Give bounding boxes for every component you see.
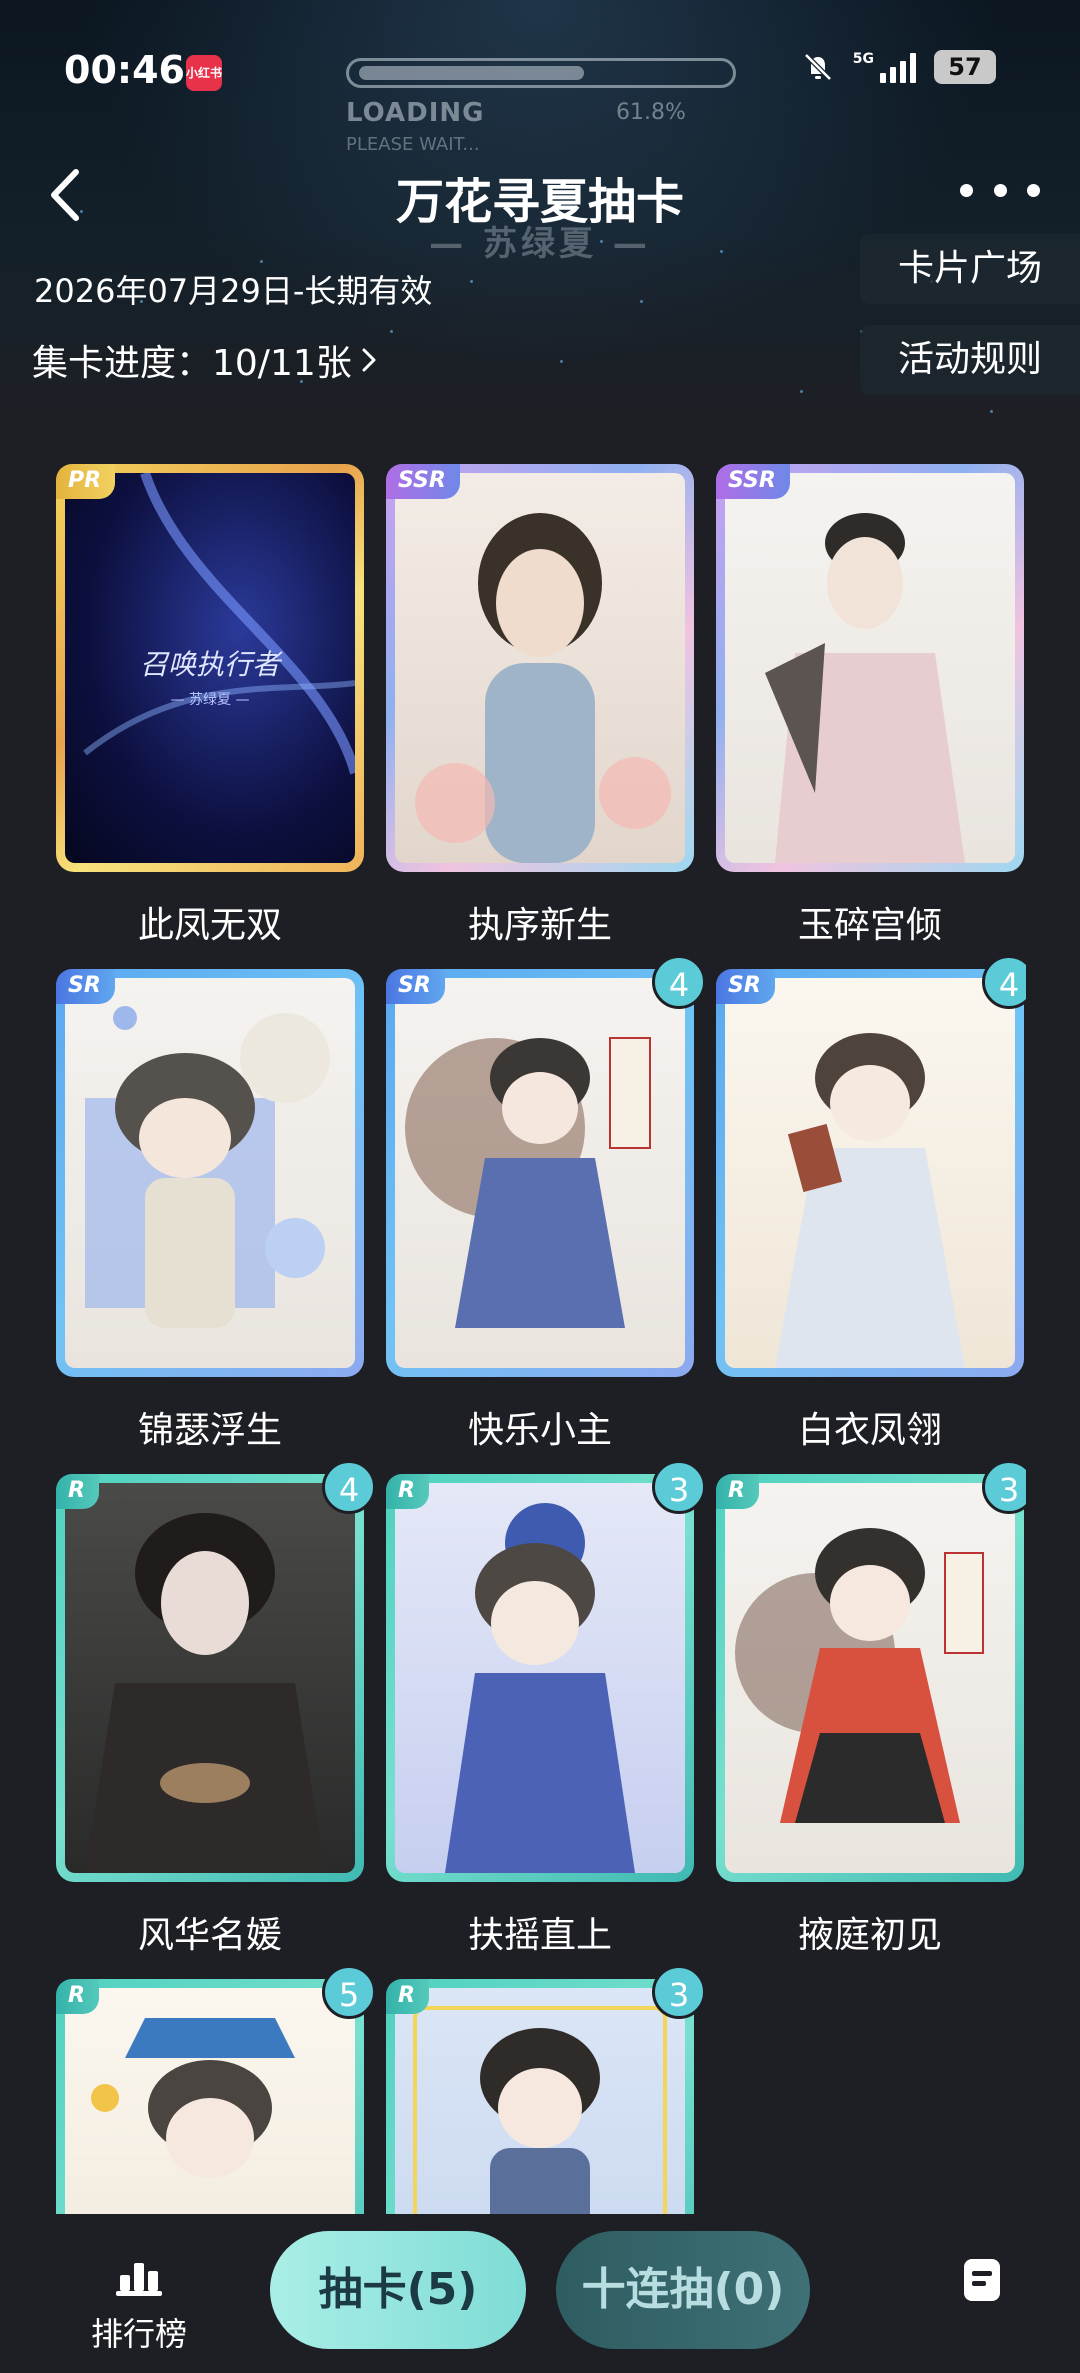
card-item[interactable]: SR 4 快乐小主: [386, 955, 706, 1453]
card-name: 执序新生: [467, 905, 612, 946]
network-label: 5G: [852, 51, 874, 67]
card-frame: R 3: [386, 1460, 706, 1882]
card-art: [65, 1988, 355, 2214]
card-art-title: 召唤执行者: [139, 648, 280, 681]
card-count-badge: 3: [652, 1965, 706, 2019]
tier-badge: PR: [56, 464, 116, 499]
status-time: 00:46: [64, 48, 185, 92]
status-icons: 5G 57: [801, 50, 996, 84]
status-bar: 00:46 小红书 LOADING 61.8% PLEASE WAIT... 5…: [0, 0, 1080, 155]
character-illustration: [445, 1503, 635, 1873]
card-art-subtitle: — 苏绿夏 —: [170, 692, 250, 708]
character-illustration: [765, 513, 965, 863]
card-name: 白衣凤翎: [797, 1410, 942, 1451]
card-plaza-button[interactable]: 卡片广场: [860, 234, 1080, 304]
card-item[interactable]: R 5: [56, 1965, 376, 2214]
validity-date: 2026年07月29日-长期有效: [34, 272, 433, 310]
card-frame: SSR: [386, 464, 694, 872]
battery-icon: 57: [934, 50, 996, 84]
card-frame: R 5: [56, 1965, 376, 2214]
card-frame: 召唤执行者 — 苏绿夏 — PR: [56, 464, 364, 872]
activity-rules-button[interactable]: 活动规则: [860, 325, 1080, 395]
bottom-bar: 排行榜 抽卡(5) 十连抽(0): [0, 2215, 1080, 2373]
card-grid: 召唤执行者 — 苏绿夏 — PR 此凤无双 SSR 执序新生 SSR 玉碎宫倾 …: [56, 464, 1026, 2214]
card-art: [395, 1483, 685, 1873]
card-count-badge: 4: [322, 1460, 376, 1514]
leaderboard-label: 排行榜: [90, 2315, 187, 2353]
tier-badge: SSR: [386, 464, 460, 499]
card-name: 此凤无双: [137, 905, 282, 946]
tier-badge: R: [716, 1474, 759, 1509]
bar-chart-icon: [116, 2263, 162, 2296]
loading-fill: [359, 66, 584, 80]
card-art: [725, 978, 1015, 1368]
mute-bell-icon: [803, 53, 832, 81]
character-illustration: [91, 2018, 295, 2178]
card-frame: R 3: [386, 1965, 706, 2214]
tier-badge: R: [386, 1979, 429, 2014]
card-name: 掖庭初见: [797, 1915, 942, 1956]
card-count-badge: 5: [322, 1965, 376, 2019]
loading-percent: 61.8%: [616, 100, 686, 125]
card-frame: R 3: [716, 1460, 1026, 1882]
card-art: [395, 1988, 685, 2214]
leaderboard-button[interactable]: 排行榜: [84, 2257, 194, 2355]
ten-draw-button[interactable]: 十连抽(0): [556, 2231, 810, 2349]
card-art: 召唤执行者 — 苏绿夏 —: [65, 473, 355, 863]
card-frame: R 4: [56, 1460, 376, 1882]
card-name: 锦瑟浮生: [137, 1410, 282, 1451]
card-item[interactable]: R 3 掖庭初见: [716, 1460, 1026, 1958]
card-name: 风华名媛: [137, 1915, 282, 1956]
card-count-badge: 4: [652, 955, 706, 1009]
card-item[interactable]: SR 锦瑟浮生: [56, 969, 364, 1453]
card-art: [725, 473, 1015, 863]
character-illustration: [405, 1037, 651, 1328]
card-item[interactable]: R 3 扶摇直上: [386, 1460, 706, 1958]
loading-bar: [346, 58, 736, 88]
card-art: [65, 1483, 355, 1873]
tier-badge: R: [386, 1474, 429, 1509]
card-name: 玉碎宫倾: [797, 905, 942, 946]
card-count-badge: 3: [652, 1460, 706, 1514]
signal-icon: 5G: [853, 51, 916, 83]
collection-progress-label: 集卡进度：10/11张: [32, 343, 352, 384]
tier-badge: SR: [56, 969, 115, 1004]
card-item[interactable]: SR 4 白衣凤翎: [716, 955, 1026, 1453]
character-illustration: [413, 2006, 667, 2214]
tier-badge: SR: [386, 969, 445, 1004]
card-item[interactable]: SSR 执序新生: [386, 464, 694, 948]
card-frame: SR 4: [716, 955, 1026, 1377]
card-art: [395, 978, 685, 1368]
card-art: [725, 1483, 1015, 1873]
character-illustration: [735, 1528, 984, 1823]
more-icon[interactable]: [960, 170, 1040, 210]
card-item[interactable]: SSR 玉碎宫倾: [716, 464, 1024, 948]
card-item[interactable]: R 3: [386, 1965, 706, 2214]
character-illustration: [85, 1006, 330, 1328]
note-icon[interactable]: [964, 2259, 1000, 2301]
card-item[interactable]: 召唤执行者 — 苏绿夏 — PR 此凤无双: [56, 464, 364, 948]
character-illustration: [415, 513, 671, 863]
tier-badge: SSR: [716, 464, 790, 499]
tier-badge: SR: [716, 969, 775, 1004]
card-name: 扶摇直上: [467, 1915, 612, 1956]
chevron-right-icon: [362, 348, 376, 372]
draw-card-button[interactable]: 抽卡(5): [270, 2231, 526, 2349]
card-name: 快乐小主: [467, 1410, 612, 1451]
character-illustration: [85, 1513, 325, 1873]
tier-badge: R: [56, 1474, 99, 1509]
card-art: [65, 978, 355, 1368]
character-illustration: [775, 1033, 965, 1368]
card-item[interactable]: R 4 风华名媛: [56, 1460, 376, 1958]
xiaohongshu-icon: 小红书: [186, 55, 222, 91]
card-frame: SSR: [716, 464, 1024, 872]
card-frame: SR 4: [386, 955, 706, 1377]
collection-progress[interactable]: 集卡进度：10/11张: [32, 334, 380, 386]
card-frame: SR: [56, 969, 364, 1377]
loading-text: LOADING: [346, 98, 485, 128]
card-art: [395, 473, 685, 863]
tier-badge: R: [56, 1979, 99, 2014]
